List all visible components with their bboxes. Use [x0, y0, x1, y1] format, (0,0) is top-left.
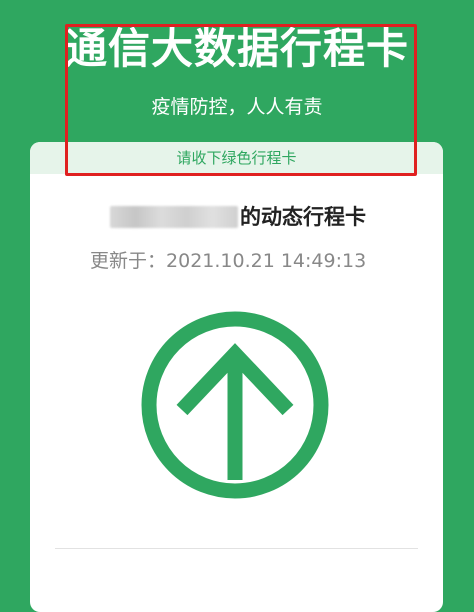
update-timestamp: 更新于：2021.10.21 14:49:13: [90, 250, 366, 272]
owner-suffix: 的动态行程卡: [240, 205, 366, 229]
page-title: 通信大数据行程卡: [64, 24, 409, 73]
page-subtitle: 疫情防控，人人有责: [151, 96, 323, 118]
itinerary-card: 请收下绿色行程卡 的动态行程卡 更新于：2021.10.21 14:49:13: [30, 142, 443, 612]
redacted-phone-number: [110, 206, 238, 228]
green-up-arrow-icon: [140, 310, 330, 500]
owner-line: 的动态行程卡: [110, 204, 366, 230]
update-time: 2021.10.21 14:49:13: [166, 250, 367, 272]
card-ribbon: 请收下绿色行程卡: [30, 142, 443, 174]
card-divider: [55, 548, 418, 549]
itinerary-card-screen: 通信大数据行程卡 疫情防控，人人有责 请收下绿色行程卡 的动态行程卡 更新于：2…: [0, 0, 474, 612]
update-label: 更新于：: [90, 250, 167, 272]
ribbon-text: 请收下绿色行程卡: [176, 149, 297, 167]
